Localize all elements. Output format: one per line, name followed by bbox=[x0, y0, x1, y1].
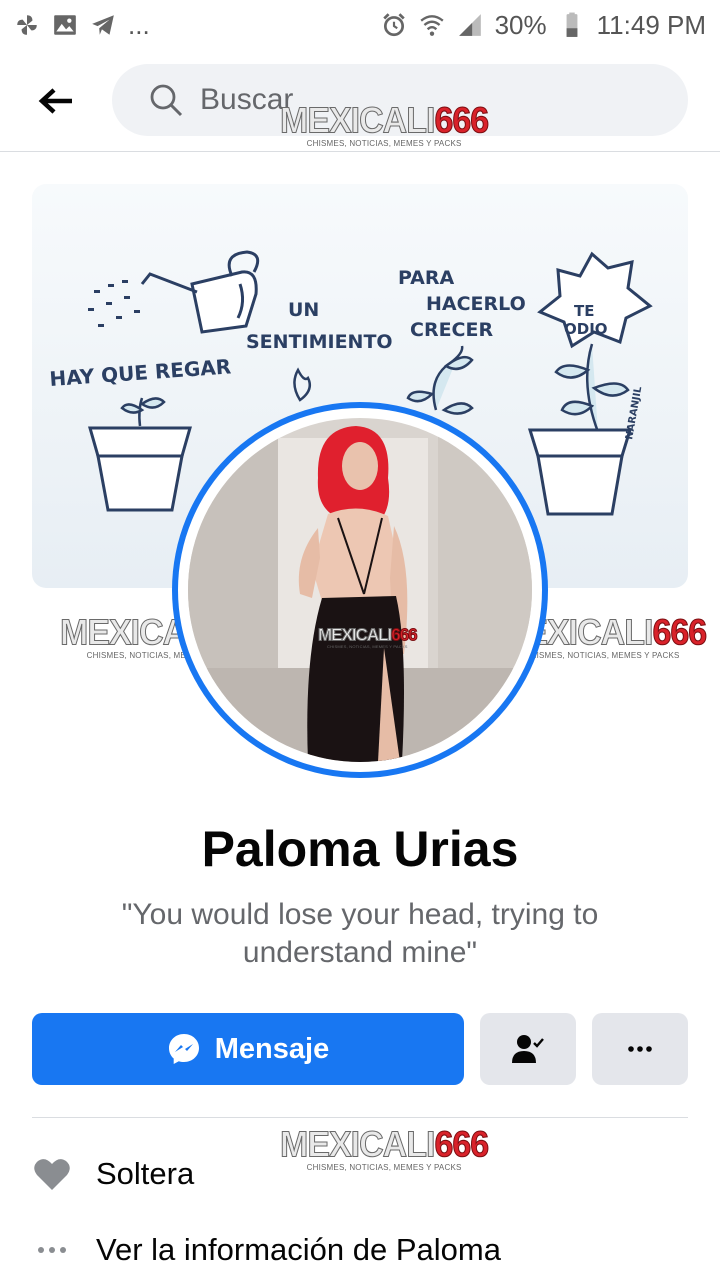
more-dots-icon bbox=[32, 1230, 72, 1270]
search-bar[interactable] bbox=[112, 64, 688, 136]
alarm-icon bbox=[381, 12, 407, 38]
watermark-number: 666 bbox=[652, 613, 708, 653]
relationship-status: Soltera bbox=[96, 1156, 195, 1191]
cover-text-te: TE bbox=[574, 302, 594, 320]
see-info-link[interactable]: Ver la información de Paloma bbox=[96, 1232, 501, 1268]
search-header bbox=[0, 50, 720, 152]
status-more-dots: ... bbox=[128, 9, 150, 40]
heart-icon bbox=[32, 1154, 72, 1194]
status-left: ... bbox=[14, 10, 150, 41]
clock: 11:49 PM bbox=[596, 9, 706, 40]
cover-text-para: PARA bbox=[398, 267, 455, 289]
back-arrow-icon bbox=[38, 87, 72, 114]
more-options-button[interactable] bbox=[592, 1013, 688, 1085]
battery-icon bbox=[559, 12, 585, 38]
back-button[interactable] bbox=[0, 50, 112, 151]
cover-signature: NARANJIL bbox=[624, 385, 644, 440]
watermark-tagline: CHISMES, NOTICIAS, MEMES Y PACKS bbox=[524, 651, 680, 660]
see-info-row[interactable]: Ver la información de Paloma bbox=[32, 1220, 688, 1280]
status-right: 30% 11:49 PM bbox=[381, 10, 706, 41]
battery-percent: 30% bbox=[494, 9, 547, 40]
wifi-icon bbox=[419, 12, 445, 38]
friend-status-button[interactable] bbox=[480, 1013, 576, 1085]
search-input[interactable] bbox=[200, 83, 580, 117]
avatar bbox=[188, 418, 532, 762]
gallery-icon bbox=[52, 12, 78, 38]
profile-picture[interactable] bbox=[172, 402, 548, 778]
cover-text-hay-que-regar: HAY QUE REGAR bbox=[49, 354, 232, 391]
profile-name: Paloma Urias bbox=[201, 821, 519, 877]
friend-check-icon bbox=[512, 1035, 544, 1063]
divider bbox=[32, 1117, 688, 1118]
cover-text-crecer: CRECER bbox=[410, 319, 493, 341]
signal-icon bbox=[457, 12, 483, 38]
cover-text-un: UN bbox=[288, 299, 319, 321]
messenger-icon bbox=[168, 1034, 199, 1064]
message-button-label: Mensaje bbox=[214, 1032, 330, 1065]
message-button[interactable]: Mensaje bbox=[32, 1013, 464, 1085]
profile-bio: "You would lose your head, trying to und… bbox=[121, 898, 599, 969]
avatar-frame bbox=[178, 408, 542, 772]
cover-text-sentimiento: SENTIMIENTO bbox=[246, 331, 393, 353]
status-bar: ... 30% 11:49 PM bbox=[0, 0, 720, 50]
cover-text-hacerlo: HACERLO bbox=[426, 293, 526, 315]
pinwheel-icon bbox=[14, 12, 40, 38]
more-dots-icon bbox=[628, 1046, 652, 1052]
relationship-row: Soltera bbox=[32, 1144, 688, 1204]
search-icon bbox=[150, 84, 183, 117]
telegram-icon bbox=[90, 12, 116, 38]
cover-text-odio: ODIO bbox=[564, 320, 608, 338]
